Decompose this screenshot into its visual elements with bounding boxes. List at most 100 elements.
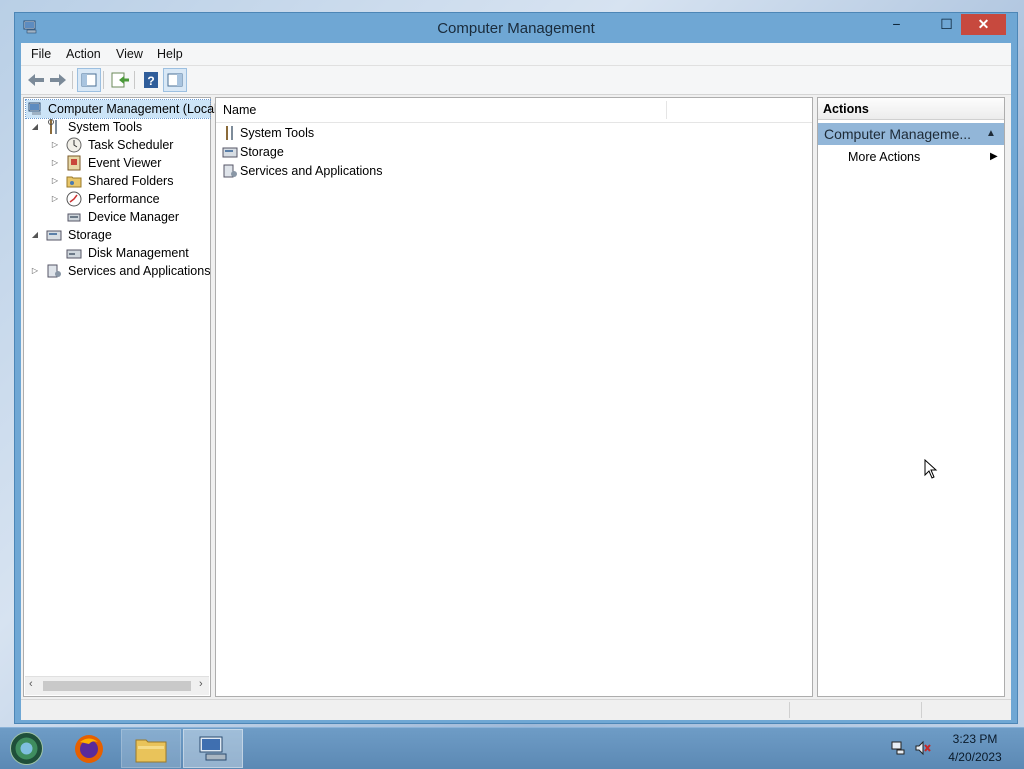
- toolbar: ?: [21, 66, 1011, 95]
- list-item-label: Services and Applications: [240, 164, 383, 178]
- close-button[interactable]: ✕: [961, 14, 1006, 35]
- performance-icon: [66, 191, 82, 207]
- toolbar-separator: [103, 71, 104, 89]
- list-item-system-tools[interactable]: System Tools: [222, 124, 662, 143]
- more-actions-label: More Actions: [848, 150, 921, 164]
- menu-help[interactable]: Help: [157, 43, 183, 65]
- event-viewer-icon: [67, 155, 81, 171]
- list-item-label: Storage: [240, 145, 284, 159]
- firefox-icon[interactable]: [72, 732, 106, 766]
- menu-file[interactable]: File: [31, 43, 51, 65]
- actions-section-computer-management[interactable]: Computer Manageme... ▲: [818, 123, 1004, 145]
- title-bar[interactable]: Computer Management − ☐ ✕: [15, 13, 1017, 43]
- tree-item-storage[interactable]: ◢ Storage: [30, 226, 210, 244]
- mouse-cursor-icon: [924, 459, 938, 479]
- tree-item-task-scheduler[interactable]: ▷ Task Scheduler: [50, 136, 210, 154]
- tree-item-label: Storage: [68, 228, 112, 242]
- actions-pane: Actions Computer Manageme... ▲ More Acti…: [817, 97, 1005, 697]
- more-actions-item[interactable]: More Actions ▶: [848, 148, 1002, 166]
- show-hide-console-tree-icon[interactable]: [77, 68, 101, 92]
- taskbar-file-explorer[interactable]: [121, 729, 181, 768]
- maximize-button[interactable]: ☐: [933, 14, 960, 35]
- toolbar-separator: [72, 71, 73, 89]
- collapse-arrow-icon[interactable]: ◢: [30, 226, 40, 244]
- export-list-icon[interactable]: [109, 69, 131, 91]
- menu-view[interactable]: View: [116, 43, 143, 65]
- expand-arrow-icon[interactable]: ▷: [50, 154, 60, 172]
- menu-action[interactable]: Action: [66, 43, 101, 65]
- actions-section-label: Computer Manageme...: [824, 126, 972, 142]
- tree-item-system-tools[interactable]: ◢ System Tools: [30, 118, 210, 136]
- console-tree-pane: Computer Management (Local ◢ System Tool…: [23, 97, 217, 697]
- scroll-left-arrow-icon[interactable]: ‹: [29, 678, 33, 690]
- toolbar-separator: [134, 71, 135, 89]
- column-divider[interactable]: [666, 101, 667, 119]
- computer-management-window: Computer Management − ☐ ✕ File Action Vi…: [14, 12, 1018, 724]
- tree-item-shared-folders[interactable]: ▷ Shared Folders: [50, 172, 210, 190]
- submenu-arrow-icon: ▶: [990, 151, 998, 162]
- column-header-name[interactable]: Name: [223, 103, 256, 117]
- actions-header: Actions: [818, 98, 1004, 120]
- volume-muted-icon[interactable]: [914, 740, 932, 756]
- start-button-icon[interactable]: [8, 730, 45, 767]
- window-title: Computer Management: [437, 20, 595, 37]
- services-icon: [223, 164, 237, 178]
- collapse-arrow-icon[interactable]: ◢: [30, 118, 40, 136]
- back-icon[interactable]: [25, 69, 47, 91]
- scroll-right-arrow-icon[interactable]: ›: [199, 678, 203, 690]
- minimize-button[interactable]: −: [883, 14, 910, 35]
- svg-text:?: ?: [147, 74, 154, 88]
- tree-item-label: Task Scheduler: [88, 138, 174, 152]
- tree-item-label: Performance: [88, 192, 160, 206]
- system-tools-icon: [48, 119, 57, 134]
- tree-horizontal-scrollbar[interactable]: ‹ ›: [25, 676, 209, 695]
- tree-item-performance[interactable]: ▷ Performance: [50, 190, 210, 208]
- results-list-pane: Name System Tools Storage Services and A…: [215, 97, 813, 697]
- menu-bar: File Action View Help: [21, 43, 1011, 66]
- tree-item-event-viewer[interactable]: ▷ Event Viewer: [50, 154, 210, 172]
- help-icon[interactable]: ?: [140, 69, 162, 91]
- taskbar-computer-management[interactable]: [183, 729, 243, 768]
- device-manager-icon: [67, 213, 81, 222]
- forward-icon[interactable]: [47, 69, 69, 91]
- show-hide-action-pane-icon[interactable]: [163, 68, 187, 92]
- tree-item-label: Computer Management (Local: [48, 102, 217, 116]
- computer-management-icon: [199, 736, 227, 761]
- list-item-label: System Tools: [240, 126, 315, 140]
- expand-arrow-icon[interactable]: ▷: [50, 136, 60, 154]
- tree-item-label: Services and Applications: [68, 264, 211, 278]
- expand-arrow-icon[interactable]: ▷: [50, 190, 60, 208]
- clock-time[interactable]: 3:23 PM: [940, 732, 1010, 746]
- tree-item-label: Disk Management: [88, 246, 189, 260]
- tree-item-label: Event Viewer: [88, 156, 162, 170]
- computer-management-icon: [28, 102, 41, 115]
- collapse-up-icon[interactable]: ▲: [986, 123, 996, 145]
- disk-management-icon: [66, 249, 82, 259]
- storage-icon: [222, 147, 238, 158]
- clock-date[interactable]: 4/20/2023: [940, 750, 1010, 764]
- tree-item-services-and-applications[interactable]: ▷ Services and Applications: [30, 262, 211, 280]
- status-divider: [921, 702, 922, 718]
- tree-item-label: System Tools: [68, 120, 143, 134]
- network-icon[interactable]: [890, 740, 906, 756]
- scrollbar-thumb[interactable]: [43, 681, 191, 691]
- system-tools-icon: [226, 126, 233, 140]
- expand-arrow-icon[interactable]: ▷: [50, 172, 60, 190]
- storage-icon: [46, 230, 62, 241]
- tree-item-label: Device Manager: [88, 210, 180, 224]
- status-divider: [789, 702, 790, 718]
- list-item-services-and-applications[interactable]: Services and Applications: [222, 162, 662, 181]
- status-bar: [21, 699, 1011, 720]
- window-client-area: File Action View Help ? Computer Managem…: [21, 43, 1011, 720]
- services-icon: [47, 264, 61, 278]
- expand-arrow-icon[interactable]: ▷: [30, 262, 40, 280]
- shared-folder-icon: [66, 176, 82, 188]
- taskbar: 3:23 PM 4/20/2023: [0, 727, 1024, 769]
- file-explorer-icon: [135, 739, 167, 763]
- list-item-storage[interactable]: Storage: [222, 143, 662, 162]
- clock-icon: [66, 137, 82, 153]
- tree-item-label: Shared Folders: [88, 174, 174, 188]
- tree-item-computer-management[interactable]: Computer Management (Local: [25, 99, 217, 119]
- tree-item-disk-management[interactable]: Disk Management: [50, 244, 210, 262]
- tree-item-device-manager[interactable]: Device Manager: [50, 208, 210, 226]
